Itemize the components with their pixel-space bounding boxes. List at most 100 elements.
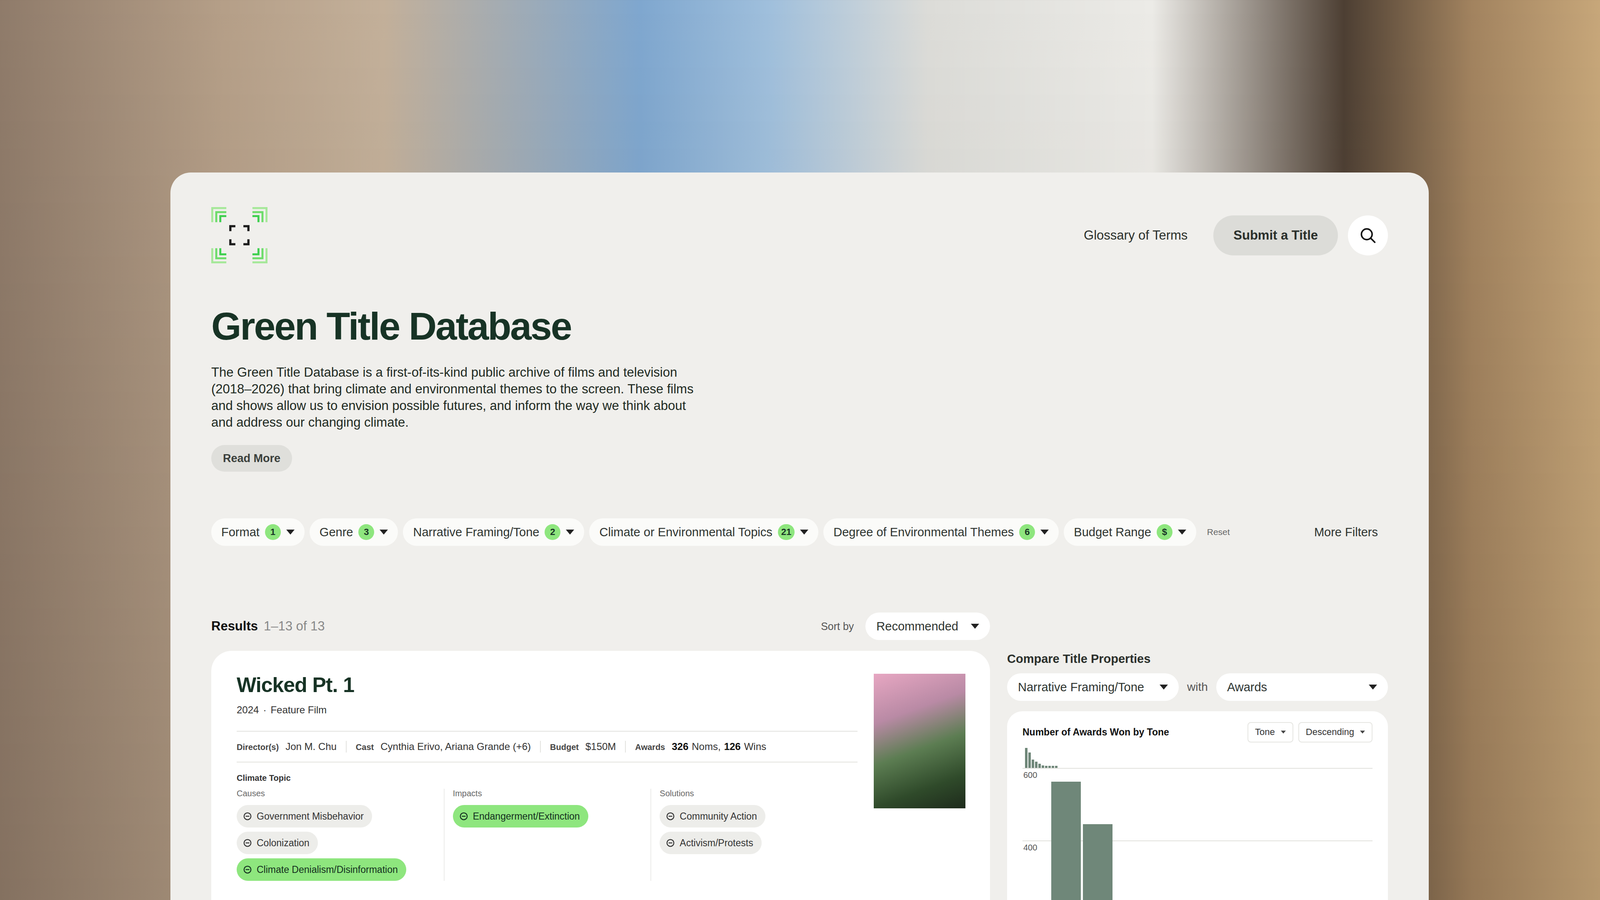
- filter-label: Format: [221, 525, 260, 540]
- compare-left-dropdown[interactable]: Narrative Framing/Tone: [1007, 673, 1179, 701]
- filter-label: Genre: [319, 525, 354, 540]
- gridline: [1022, 767, 1373, 769]
- results-label: Results: [211, 618, 258, 634]
- sort-dropdown[interactable]: Recommended: [865, 612, 990, 640]
- overview-bar: [1035, 761, 1038, 768]
- reset-button[interactable]: Reset: [1201, 527, 1236, 538]
- topic-column-heading: Causes: [236, 788, 436, 799]
- topic-tag[interactable]: Endangerment/Extinction: [452, 805, 589, 828]
- filter-count-badge: 2: [544, 524, 561, 540]
- caret-down-icon: [800, 529, 809, 535]
- tag-label: Colonization: [256, 837, 310, 849]
- topic-tag[interactable]: Colonization: [236, 831, 318, 855]
- topic-tag[interactable]: Activism/Protests: [659, 831, 762, 855]
- chart-overview[interactable]: [1025, 746, 1058, 768]
- filter-chip[interactable]: Budget Range$: [1063, 518, 1196, 546]
- title-name[interactable]: Wicked Pt. 1: [236, 673, 858, 697]
- meta-value-part: Jon M. Chu: [285, 740, 337, 753]
- dropdown-value: Awards: [1227, 680, 1268, 695]
- submit-title-button[interactable]: Submit a Title: [1213, 215, 1338, 256]
- meta-label: Director(s): [236, 742, 279, 753]
- meta-value-part: Noms,: [691, 740, 721, 753]
- title-subtitle: 2024·Feature Film: [236, 704, 858, 716]
- topic-icon: [242, 811, 253, 822]
- overview-bar: [1028, 752, 1031, 769]
- filter-chip[interactable]: Format 1: [211, 518, 305, 546]
- sort-control: Sort by Recommended: [820, 612, 990, 640]
- tag-label: Community Action: [679, 810, 757, 823]
- filter-label: Degree of Environmental Themes: [833, 525, 1014, 540]
- overview-bar: [1041, 765, 1045, 769]
- compare-connector: with: [1187, 680, 1208, 694]
- dropdown-value: Narrative Framing/Tone: [1017, 680, 1145, 695]
- poster-image[interactable]: [873, 673, 966, 809]
- topic-icon: [242, 864, 253, 875]
- topic-heading: Climate Topic: [236, 773, 858, 783]
- topic-tag[interactable]: Climate Denialism/Disinformation: [236, 858, 407, 881]
- overview-bar: [1031, 759, 1035, 768]
- title-details: Wicked Pt. 1 2024·Feature Film Director(s)…: [236, 673, 858, 885]
- sort-label: Sort by: [820, 620, 854, 633]
- chart-title: Number of Awards Won by Tone: [1022, 726, 1170, 738]
- more-filters-button[interactable]: More Filters: [1304, 525, 1388, 540]
- filter-chip[interactable]: Narrative Framing/Tone2: [402, 518, 585, 546]
- dropdown-value: Descending: [1305, 726, 1355, 738]
- search-button[interactable]: [1347, 215, 1388, 256]
- chart-card: Number of Awards Won by Tone Tone Descendi…: [1007, 711, 1388, 900]
- filter-count-badge: 6: [1019, 524, 1035, 540]
- title-year: 2024: [236, 704, 259, 716]
- topic-column-heading: Impacts: [452, 788, 643, 799]
- topic-icon: [665, 837, 676, 848]
- meta-label: Budget: [550, 742, 579, 753]
- filter-chip[interactable]: Climate or Environmental Topics21: [589, 518, 819, 546]
- tag-label: Climate Denialism/Disinformation: [256, 864, 398, 876]
- meta-label: Awards: [635, 742, 665, 753]
- order-dropdown[interactable]: Descending: [1298, 722, 1373, 743]
- page-title: Green Title Database: [211, 305, 1388, 348]
- filter-count-badge: 1: [265, 524, 281, 540]
- caret-down-icon: [379, 529, 388, 535]
- title-format: Feature Film: [270, 704, 327, 716]
- meta-item: Awards 326Noms,126Wins: [625, 740, 776, 753]
- filter-chip[interactable]: Genre3: [309, 518, 399, 546]
- meta-value: 326Noms,126Wins: [671, 740, 767, 753]
- header: Glossary of Terms Submit a Title: [211, 207, 1388, 264]
- meta-value: Jon M. Chu: [285, 740, 337, 753]
- caret-down-icon: [1159, 684, 1168, 690]
- meta-value-part: Wins: [744, 740, 767, 753]
- content-grid: Results 1–13 of 13 Sort by Recommended Wicke…: [211, 612, 1388, 900]
- topic-tag[interactable]: Government Misbehavior: [236, 805, 373, 828]
- tag-list: Government Misbehavior Colonization Climat…: [236, 805, 436, 881]
- caret-down-icon: [1177, 529, 1187, 535]
- results-bar: Results 1–13 of 13 Sort by Recommended: [211, 612, 990, 640]
- caret-down-icon: [1280, 730, 1286, 734]
- chart-bar[interactable]: [1082, 824, 1113, 900]
- topic-columns: Causes Government Misbehavior Colonization…: [236, 788, 858, 881]
- meta-item: Director(s) Jon M. Chu: [236, 740, 346, 753]
- nav-link[interactable]: Glossary of Terms: [1083, 227, 1188, 243]
- title-card[interactable]: Wicked Pt. 1 2024·Feature Film Director(s)…: [211, 650, 990, 900]
- logo-icon[interactable]: [211, 207, 268, 264]
- topic-icon: [665, 811, 676, 822]
- filter-chip[interactable]: Degree of Environmental Themes 6: [823, 518, 1059, 546]
- topic-icon: [242, 837, 253, 848]
- chart-bar[interactable]: [1051, 781, 1081, 900]
- group-by-dropdown[interactable]: Tone: [1247, 722, 1294, 743]
- y-tick-label: 600: [1023, 770, 1038, 780]
- tag-list: Community Action Activism/Protests: [659, 805, 850, 855]
- caret-down-icon: [286, 529, 295, 535]
- filter-count-badge: 21: [777, 524, 795, 540]
- compare-right-dropdown[interactable]: Awards: [1216, 673, 1388, 701]
- chart-header: Number of Awards Won by Tone Tone Descendi…: [1022, 721, 1373, 743]
- topic-column-heading: Solutions: [659, 788, 850, 799]
- results-range: 1–13 of 13: [263, 618, 325, 634]
- top-nav: Glossary of Terms Submit a Title: [1083, 215, 1388, 256]
- topic-icon: [458, 811, 469, 822]
- tag-label: Endangerment/Extinction: [472, 810, 580, 823]
- meta-row: Director(s)Jon M. ChuCastCynthia Erivo, …: [236, 730, 858, 763]
- caret-down-icon: [1040, 529, 1049, 535]
- topic-tag[interactable]: Community Action: [659, 805, 765, 828]
- read-more-button[interactable]: Read More: [211, 445, 293, 472]
- database-panel: Glossary of Terms Submit a Title Green Tit…: [170, 172, 1429, 900]
- caret-down-icon: [1368, 684, 1378, 690]
